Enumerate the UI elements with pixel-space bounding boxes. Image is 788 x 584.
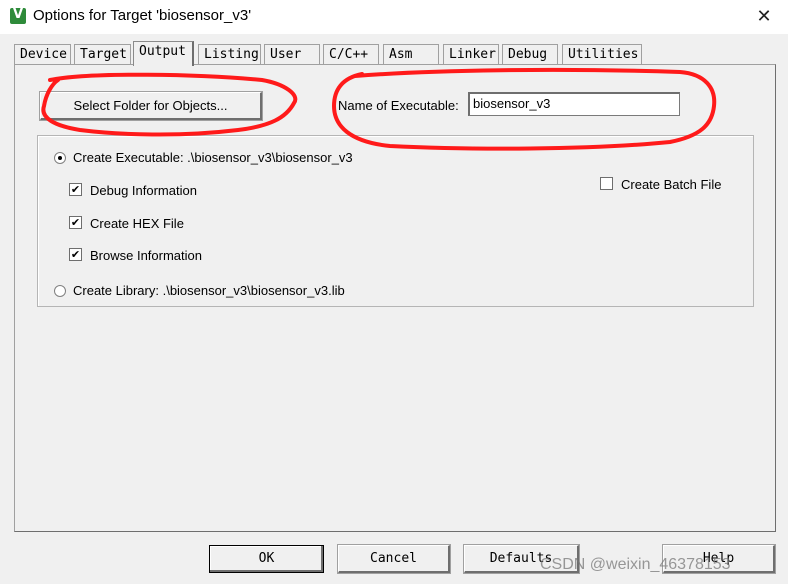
debug-info-label[interactable]: Debug Information <box>90 183 197 198</box>
window-title: Options for Target 'biosensor_v3' <box>33 7 252 24</box>
tab-output[interactable]: Output <box>133 41 194 66</box>
create-batch-label[interactable]: Create Batch File <box>621 177 721 192</box>
output-options-group: Create Executable: .\biosensor_v3\biosen… <box>37 135 754 307</box>
tab-debug[interactable]: Debug <box>502 44 558 64</box>
create-batch-checkbox[interactable] <box>600 177 613 190</box>
browse-info-checkbox[interactable]: ✔ <box>69 248 82 261</box>
create-hex-label[interactable]: Create HEX File <box>90 216 184 231</box>
ok-button[interactable]: OK <box>209 545 324 573</box>
tab-cpp[interactable]: C/C++ <box>323 44 379 64</box>
exe-name-label: Name of Executable: <box>338 98 459 113</box>
create-library-radio[interactable] <box>54 285 66 297</box>
tab-utilities[interactable]: Utilities <box>562 44 642 64</box>
title-bar: Options for Target 'biosensor_v3' ✕ <box>0 0 788 34</box>
close-icon[interactable]: ✕ <box>742 2 786 32</box>
tab-strip: Device Target Output Listing User C/C++ … <box>14 41 774 66</box>
create-executable-radio[interactable] <box>54 152 66 164</box>
select-folder-button[interactable]: Select Folder for Objects... <box>39 91 263 121</box>
tab-device[interactable]: Device <box>14 44 71 64</box>
tab-asm[interactable]: Asm <box>383 44 439 64</box>
exe-name-input[interactable]: biosensor_v3 <box>468 92 680 116</box>
options-dialog: Options for Target 'biosensor_v3' ✕ Devi… <box>0 0 788 584</box>
cancel-button[interactable]: Cancel <box>337 544 451 574</box>
keil-uvision-icon <box>10 7 26 24</box>
create-executable-label[interactable]: Create Executable: .\biosensor_v3\biosen… <box>73 150 353 165</box>
watermark: CSDN @weixin_46378153 <box>540 556 731 573</box>
tab-user[interactable]: User <box>264 44 320 64</box>
tab-target[interactable]: Target <box>74 44 131 64</box>
tab-listing[interactable]: Listing <box>198 44 261 64</box>
debug-info-checkbox[interactable]: ✔ <box>69 183 82 196</box>
create-hex-checkbox[interactable]: ✔ <box>69 216 82 229</box>
browse-info-label[interactable]: Browse Information <box>90 248 202 263</box>
tab-linker[interactable]: Linker <box>443 44 499 64</box>
create-library-label[interactable]: Create Library: .\biosensor_v3\biosensor… <box>73 283 345 298</box>
